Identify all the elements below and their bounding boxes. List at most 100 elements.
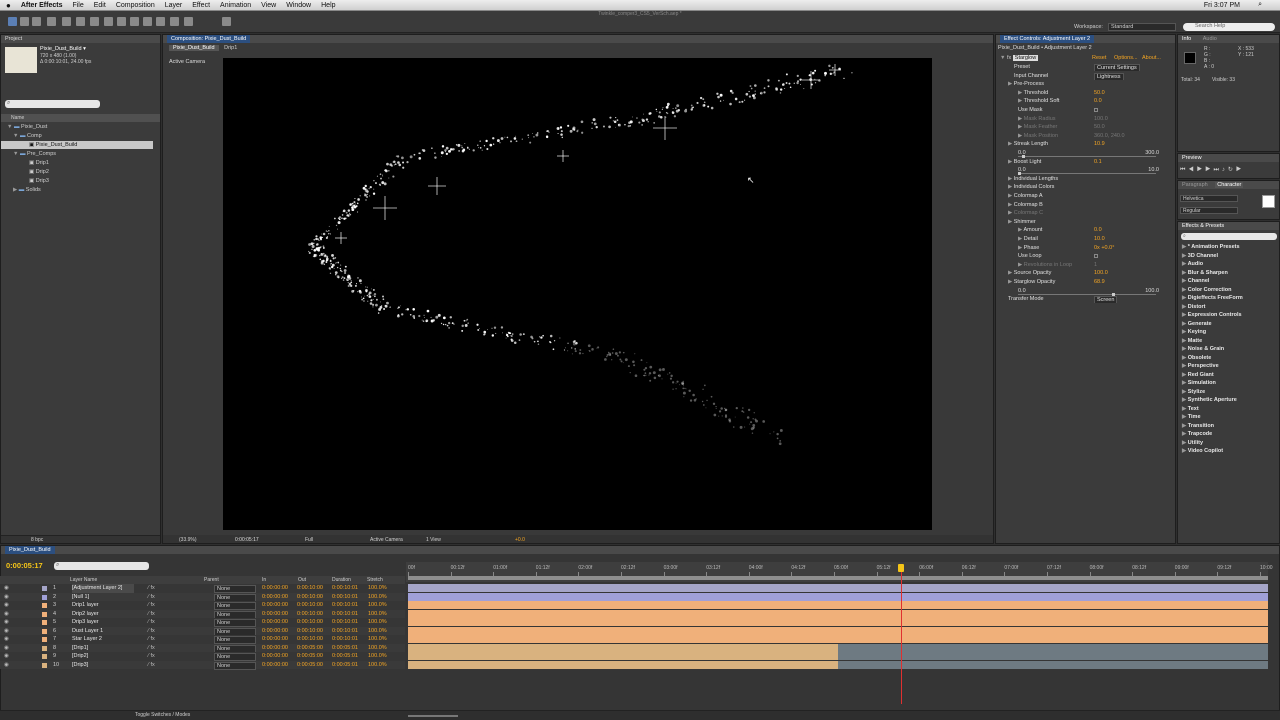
prop-value[interactable]: 100.0 <box>1094 115 1108 123</box>
puppet-tool-icon[interactable] <box>184 17 193 26</box>
fx-category-time[interactable]: ▶ Time <box>1178 413 1279 422</box>
visibility-eye-icon[interactable]: ◉ <box>4 584 9 593</box>
fx-category-blur-sharpen[interactable]: ▶ Blur & Sharpen <box>1178 269 1279 278</box>
layer-name[interactable]: [Drip1] <box>72 644 134 653</box>
prop-value[interactable]: 360.0, 240.0 <box>1094 132 1125 140</box>
visibility-eye-icon[interactable]: ◉ <box>4 593 9 602</box>
audio-tab[interactable]: Audio <box>1203 36 1217 42</box>
layer-name[interactable]: Drip2 layer <box>72 610 134 619</box>
pen-tool-icon[interactable] <box>104 17 113 26</box>
layer-duration-bar[interactable] <box>408 635 1268 643</box>
paragraph-tab[interactable]: Paragraph <box>1182 182 1208 188</box>
fx-category-obsolete[interactable]: ▶ Obsolete <box>1178 354 1279 363</box>
fx-category-distort[interactable]: ▶ Distort <box>1178 303 1279 312</box>
effect-prop-source-opacity[interactable]: ▶ Source Opacity 100.0 <box>996 269 1175 277</box>
timeline-layer-row[interactable]: ◉ 3 Drip1 layer ⁄ fx None 0:00:00:00 0:00:10:0… <box>0 601 405 610</box>
effect-prop-mask-radius[interactable]: ▶ Mask Radius 100.0 <box>996 115 1175 123</box>
layer-name[interactable]: Drip3 layer <box>72 618 134 627</box>
menu-effect[interactable]: Effect <box>192 2 210 9</box>
eraser-tool-icon[interactable] <box>156 17 165 26</box>
character-tab[interactable]: Character <box>1215 182 1244 188</box>
fx-category-synthetic-aperture[interactable]: ▶ Synthetic Aperture <box>1178 396 1279 405</box>
visibility-eye-icon[interactable]: ◉ <box>4 652 9 661</box>
zoom-select[interactable]: (33.9%) <box>179 535 197 543</box>
visibility-eye-icon[interactable]: ◉ <box>4 661 9 670</box>
effect-prop-threshold[interactable]: ▶ Threshold 50.0 <box>996 89 1175 97</box>
col-stretch[interactable]: Stretch <box>367 576 383 584</box>
layer-out[interactable]: 0:00:10:00 <box>297 610 323 619</box>
menu-edit[interactable]: Edit <box>94 2 106 9</box>
label-color-swatch[interactable] <box>42 628 47 634</box>
ram-preview-icon[interactable]: ▶ <box>1236 167 1244 173</box>
layer-duration[interactable]: 0:00:10:01 <box>332 601 358 610</box>
effect-about-button[interactable]: About... <box>1142 54 1161 62</box>
layer-in[interactable]: 0:00:00:00 <box>262 644 288 653</box>
search-help-input[interactable]: Search Help <box>1183 23 1275 31</box>
rectangle-tool-icon[interactable] <box>90 17 99 26</box>
fx-category-utility[interactable]: ▶ Utility <box>1178 439 1279 448</box>
comp-viewer[interactable]: ↖ <box>223 58 932 530</box>
info-tab[interactable]: Info <box>1182 36 1191 42</box>
layer-in[interactable]: 0:00:00:00 <box>262 635 288 644</box>
layer-in[interactable]: 0:00:00:00 <box>262 618 288 627</box>
layer-out[interactable]: 0:00:10:00 <box>297 593 323 602</box>
zoom-tool-icon[interactable] <box>32 17 41 26</box>
timeline-layer-row[interactable]: ◉ 7 Star Layer 2 ⁄ fx None 0:00:00:00 0:00:10:… <box>0 635 405 644</box>
tree-folder-solids[interactable]: ▶ ▬ Solids <box>1 186 160 194</box>
prop-value[interactable]: 10.9 <box>1094 140 1105 148</box>
layer-duration-bar[interactable] <box>408 584 1268 592</box>
fx-switch-icon[interactable]: ⁄ fx <box>148 601 155 610</box>
visibility-eye-icon[interactable]: ◉ <box>4 635 9 644</box>
spotlight-icon[interactable]: ⌕ <box>1258 1 1262 9</box>
menu-composition[interactable]: Composition <box>116 2 155 9</box>
effect-prop-starglow-opacity[interactable]: ▶ Starglow Opacity 68.9 <box>996 278 1175 286</box>
fx-switch-icon[interactable]: ⁄ fx <box>148 627 155 636</box>
layer-stretch[interactable]: 100.0% <box>368 627 387 636</box>
layer-stretch[interactable]: 100.0% <box>368 584 387 593</box>
font-style-select[interactable]: Regular <box>1180 207 1238 214</box>
fx-switch-icon[interactable]: ⁄ fx <box>148 618 155 627</box>
loop-icon[interactable]: ↻ <box>1228 167 1236 173</box>
layer-duration-bar[interactable] <box>408 618 1268 626</box>
layer-stretch[interactable]: 100.0% <box>368 601 387 610</box>
effect-prop-revolutions-in-loop[interactable]: ▶ Revolutions in Loop 1 <box>996 261 1175 269</box>
breadcrumb-drip1[interactable]: Drip1 <box>220 45 241 51</box>
prop-select[interactable]: Screen <box>1094 296 1118 304</box>
effect-prop-individual-lengths[interactable]: ▶ Individual Lengths <box>996 175 1175 183</box>
prop-select[interactable]: Lightness <box>1094 72 1124 80</box>
layer-in[interactable]: 0:00:00:00 <box>262 601 288 610</box>
col-in[interactable]: In <box>262 576 266 584</box>
effect-prop-colormap-c[interactable]: ▶ Colormap C <box>996 209 1175 217</box>
label-color-swatch[interactable] <box>42 586 47 591</box>
starglow-effect-header[interactable]: ▼ fx Starglow Reset Options... About... <box>996 54 1175 62</box>
effects-presets-tab[interactable]: Effects & Presets <box>1178 222 1279 230</box>
breadcrumb-pixie-dust-build[interactable]: Pixie_Dust_Build <box>169 45 219 51</box>
work-area-bar[interactable] <box>408 576 1268 580</box>
visibility-eye-icon[interactable]: ◉ <box>4 610 9 619</box>
project-search-input[interactable]: ⌕ <box>5 100 100 108</box>
timeline-layer-row[interactable]: ◉ 5 Drip3 layer ⁄ fx None 0:00:00:00 0:00:10:0… <box>0 618 405 627</box>
effects-search-input[interactable]: ⌕ <box>1181 233 1277 240</box>
fx-category-stylize[interactable]: ▶ Stylize <box>1178 388 1279 397</box>
prop-value[interactable]: 100.0 <box>1094 269 1108 277</box>
effect-prop-shimmer[interactable]: ▶ Shimmer <box>996 218 1175 226</box>
fx-switch-icon[interactable]: ⁄ fx <box>148 610 155 619</box>
prop-value[interactable]: 0.1 <box>1094 158 1102 166</box>
apple-icon[interactable]: ● <box>6 1 11 10</box>
toggle-switches-modes-button[interactable]: Toggle Switches / Modes <box>135 712 190 718</box>
fx-category-expression-controls[interactable]: ▶ Expression Controls <box>1178 311 1279 320</box>
fx-category-audio[interactable]: ▶ Audio <box>1178 260 1279 269</box>
font-family-select[interactable]: Helvetica <box>1180 195 1238 202</box>
layer-duration[interactable]: 0:00:05:01 <box>332 652 358 661</box>
layer-in[interactable]: 0:00:00:00 <box>262 584 288 593</box>
fx-category-text[interactable]: ▶ Text <box>1178 405 1279 414</box>
fx-switch-icon[interactable]: ⁄ fx <box>148 635 155 644</box>
prop-select[interactable]: Current Settings <box>1094 64 1140 71</box>
layer-out[interactable]: 0:00:10:00 <box>297 584 323 593</box>
fx-category-red-giant[interactable]: ▶ Red Giant <box>1178 371 1279 380</box>
layer-duration[interactable]: 0:00:10:01 <box>332 618 358 627</box>
prop-value[interactable]: 0.0 <box>1094 97 1102 105</box>
fx-switch-icon[interactable]: ⁄ fx <box>148 593 155 602</box>
fx-category-transition[interactable]: ▶ Transition <box>1178 422 1279 431</box>
menu-help[interactable]: Help <box>321 2 335 9</box>
